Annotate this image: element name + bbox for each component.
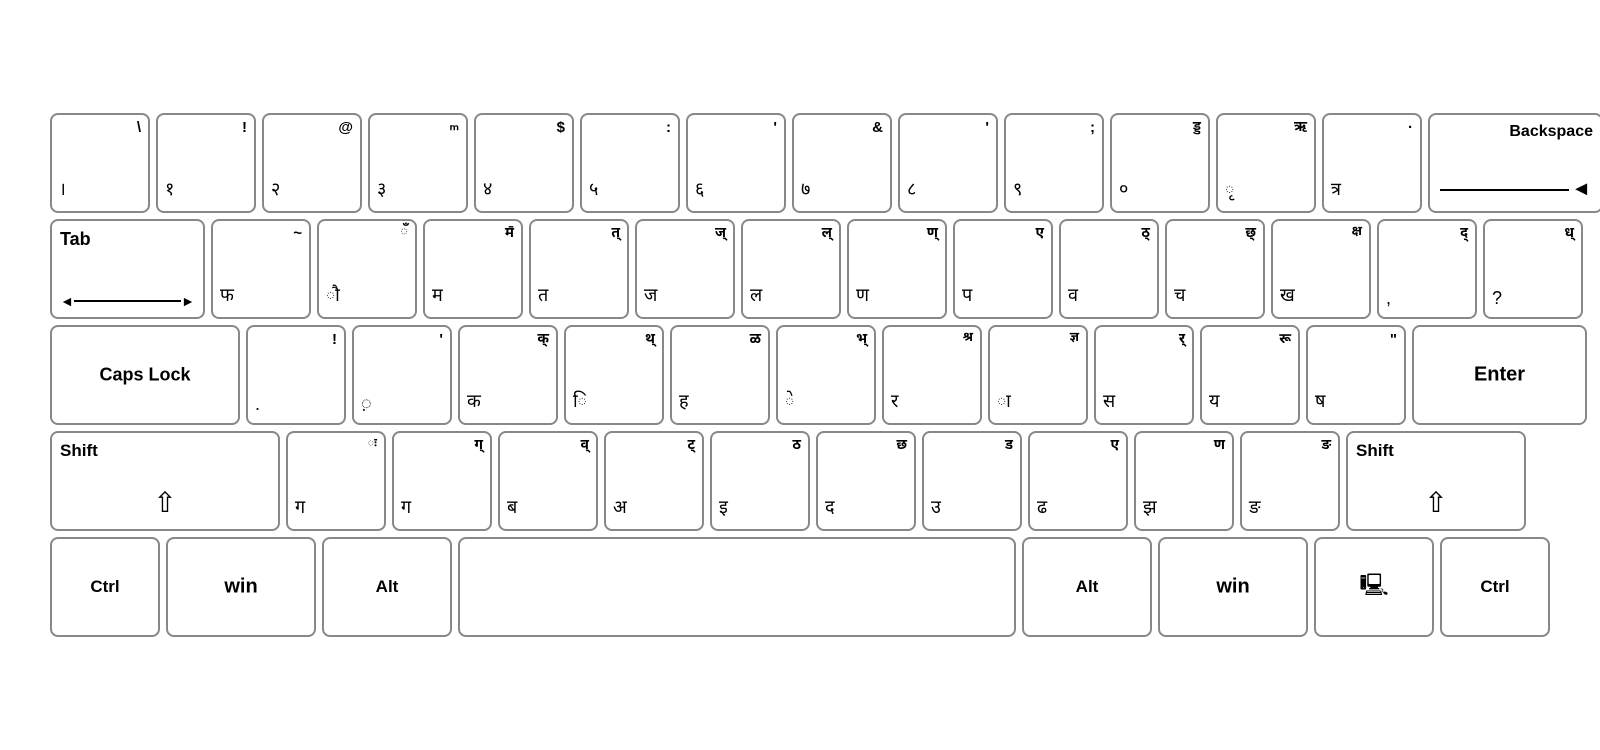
- key-7[interactable]: & ७: [792, 113, 892, 213]
- key-slash[interactable]: ङ ङ: [1240, 431, 1340, 531]
- key-h[interactable]: भ् े: [776, 325, 876, 425]
- key-d[interactable]: क् क: [458, 325, 558, 425]
- key-1[interactable]: ! १: [156, 113, 256, 213]
- key-t[interactable]: ज् ज: [635, 219, 735, 319]
- caps-lock-key[interactable]: Caps Lock: [50, 325, 240, 425]
- menu-key[interactable]: 🖳: [1314, 537, 1434, 637]
- right-win-key[interactable]: win: [1158, 537, 1308, 637]
- number-row: \ । ! १ @ २ ₘ ३ $ ४ : ५ ' ६ & ७: [50, 113, 1550, 213]
- key-c[interactable]: व् ब: [498, 431, 598, 531]
- key-g[interactable]: ळ ह: [670, 325, 770, 425]
- shift-row: Shift ⇧ ः ग ग् ग व् ब ट् अ ठ इ छ द ड उ: [50, 431, 1550, 531]
- left-win-key[interactable]: win: [166, 537, 316, 637]
- key-v[interactable]: ट् अ: [604, 431, 704, 531]
- right-ctrl-key[interactable]: Ctrl: [1440, 537, 1550, 637]
- key-w[interactable]: ँ ौ: [317, 219, 417, 319]
- key-bracket-r[interactable]: द् ,: [1377, 219, 1477, 319]
- key-comma[interactable]: ए ढ: [1028, 431, 1128, 531]
- home-row: Caps Lock ! . ' ़ क् क थ् ि ळ ह भ् े श्र…: [50, 325, 1550, 425]
- right-alt-key[interactable]: Alt: [1022, 537, 1152, 637]
- key-j[interactable]: श्र र: [882, 325, 982, 425]
- key-i[interactable]: ए प: [953, 219, 1053, 319]
- key-8[interactable]: ' ८: [898, 113, 998, 213]
- key-5[interactable]: : ५: [580, 113, 680, 213]
- key-bracket-l[interactable]: क्ष ख: [1271, 219, 1371, 319]
- key-backslash[interactable]: ध् ?: [1483, 219, 1583, 319]
- key-6[interactable]: ' ६: [686, 113, 786, 213]
- key-3[interactable]: ₘ ३: [368, 113, 468, 213]
- key-2[interactable]: @ २: [262, 113, 362, 213]
- key-quote[interactable]: " ष: [1306, 325, 1406, 425]
- key-b[interactable]: ठ इ: [710, 431, 810, 531]
- key-f[interactable]: थ् ि: [564, 325, 664, 425]
- key-q[interactable]: ~ फ: [211, 219, 311, 319]
- key-period[interactable]: ण झ: [1134, 431, 1234, 531]
- key-x[interactable]: ग् ग: [392, 431, 492, 531]
- key-m[interactable]: ड उ: [922, 431, 1022, 531]
- key-backtick[interactable]: \ ।: [50, 113, 150, 213]
- key-y[interactable]: ल् ल: [741, 219, 841, 319]
- key-u[interactable]: ण् ण: [847, 219, 947, 319]
- key-minus[interactable]: ऋ ृ: [1216, 113, 1316, 213]
- keyboard-layout: \ । ! १ @ २ ₘ ३ $ ४ : ५ ' ६ & ७: [30, 95, 1570, 655]
- key-e[interactable]: म̄ म: [423, 219, 523, 319]
- left-ctrl-key[interactable]: Ctrl: [50, 537, 160, 637]
- space-key[interactable]: [458, 537, 1016, 637]
- key-o[interactable]: ठ् व: [1059, 219, 1159, 319]
- key-semicolon[interactable]: रू य: [1200, 325, 1300, 425]
- key-r[interactable]: त् त: [529, 219, 629, 319]
- bottom-row: Ctrl win Alt Alt win 🖳 Ctrl: [50, 537, 1550, 637]
- key-z[interactable]: ः ग: [286, 431, 386, 531]
- enter-key[interactable]: Enter: [1412, 325, 1587, 425]
- key-9[interactable]: ; ९: [1004, 113, 1104, 213]
- key-4[interactable]: $ ४: [474, 113, 574, 213]
- key-0[interactable]: ड्ड ०: [1110, 113, 1210, 213]
- left-alt-key[interactable]: Alt: [322, 537, 452, 637]
- key-s[interactable]: ' ़: [352, 325, 452, 425]
- key-k[interactable]: ज्ञ ा: [988, 325, 1088, 425]
- left-shift-key[interactable]: Shift ⇧: [50, 431, 280, 531]
- key-p[interactable]: छ् च: [1165, 219, 1265, 319]
- backspace-key[interactable]: Backspace ◄: [1428, 113, 1600, 213]
- qwerty-row: Tab ◄ ► ~ फ ँ ौ म̄ म त् त ज्: [50, 219, 1550, 319]
- right-shift-key[interactable]: Shift ⇧: [1346, 431, 1526, 531]
- key-equal[interactable]: · त्र: [1322, 113, 1422, 213]
- tab-key[interactable]: Tab ◄ ►: [50, 219, 205, 319]
- key-l[interactable]: र् स: [1094, 325, 1194, 425]
- key-a[interactable]: ! .: [246, 325, 346, 425]
- key-n[interactable]: छ द: [816, 431, 916, 531]
